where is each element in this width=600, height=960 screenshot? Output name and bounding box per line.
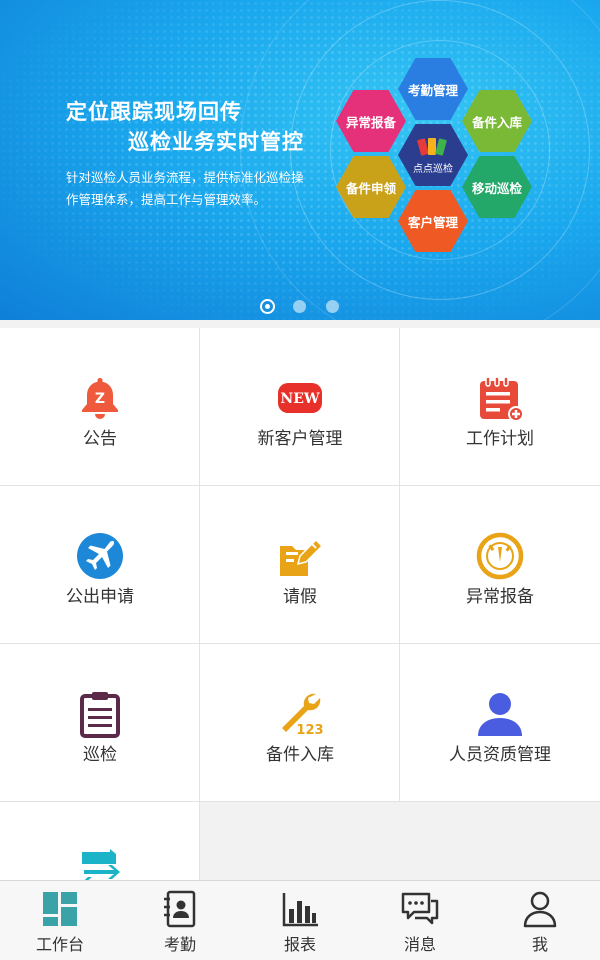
tab-label: 考勤 <box>163 935 196 954</box>
banner-description: 针对巡检人员业务流程，提供标准化巡检操作管理体系，提高工作与管理效率。 <box>66 170 304 207</box>
grid-item-label: 公告 <box>83 429 117 449</box>
carousel-dot-active[interactable] <box>261 301 273 312</box>
dashboard-icon <box>43 892 77 926</box>
banner-headline-line2: 巡检业务实时管控 <box>128 130 304 154</box>
hex-center-label: 点点巡检 <box>413 163 453 175</box>
tab-messages[interactable]: 消息 <box>360 881 480 960</box>
bottom-tab-bar: 工作台 考勤 报表 消息 我 <box>0 880 600 960</box>
grid-item-label: 人员资质管理 <box>449 745 551 765</box>
tab-reports[interactable]: 报表 <box>240 881 360 960</box>
svg-text:123: 123 <box>296 723 323 738</box>
tab-label: 消息 <box>403 935 436 954</box>
message-icon <box>401 892 439 925</box>
grid-item-label: 请假 <box>283 587 317 607</box>
wrench-icon: 123 <box>282 693 324 738</box>
svg-text:NEW: NEW <box>280 391 319 407</box>
grid-item-business-trip[interactable]: 公出申请 <box>0 486 200 644</box>
grid-item-exception-report[interactable]: 异常报备 <box>400 486 600 644</box>
app-logo-icon <box>417 137 447 156</box>
grid-item-inspection[interactable]: 巡检 <box>0 644 200 802</box>
tab-label: 工作台 <box>35 935 84 954</box>
tab-label: 报表 <box>283 935 316 954</box>
svg-text:Z: Z <box>95 391 105 407</box>
tab-workbench[interactable]: 工作台 <box>0 881 120 960</box>
bar-chart-icon <box>282 893 318 927</box>
banner-headline-line1: 定位跟踪现场回传 <box>66 100 242 124</box>
contacts-book-icon <box>164 890 196 928</box>
grid-item-label: 工作计划 <box>466 429 534 449</box>
grid-item-label: 新客户管理 <box>257 429 343 449</box>
grid-item-new-customer[interactable]: NEW 新客户管理 <box>200 328 400 486</box>
clipboard-icon <box>80 692 120 738</box>
carousel-indicator[interactable] <box>0 300 600 313</box>
tab-label: 我 <box>531 935 548 954</box>
grid-item-label: 巡检 <box>83 745 117 765</box>
new-badge-icon: NEW <box>278 383 322 413</box>
grid-item-spare-parts-in[interactable]: 123 备件入库 <box>200 644 400 802</box>
notepad-icon <box>480 376 524 422</box>
gauge-icon <box>476 532 524 580</box>
feature-grid: Z 公告 NEW 新客户管理 工作计划 公出申请 请假 异常报备 巡检 123 … <box>0 328 600 880</box>
grid-item-label: 公出申请 <box>66 587 134 607</box>
grid-item-announcement[interactable]: Z 公告 <box>0 328 200 486</box>
bell-icon: Z <box>82 378 118 419</box>
grid-item-transfer[interactable] <box>0 802 200 880</box>
carousel-dot[interactable] <box>292 300 306 313</box>
carousel-dot[interactable] <box>325 300 339 313</box>
person-icon <box>478 693 522 736</box>
promo-banner[interactable]: 定位跟踪现场回传 巡检业务实时管控 针对巡检人员业务流程，提供标准化巡检操作管理… <box>0 0 600 320</box>
airplane-icon <box>77 533 123 579</box>
transfer-icon <box>82 849 120 880</box>
tab-attendance[interactable]: 考勤 <box>120 881 240 960</box>
grid-item-staff-qualification[interactable]: 人员资质管理 <box>400 644 600 802</box>
grid-item-label: 备件入库 <box>266 745 334 765</box>
grid-item-label: 异常报备 <box>466 587 534 607</box>
grid-item-work-plan[interactable]: 工作计划 <box>400 328 600 486</box>
edit-folder-icon <box>280 538 324 576</box>
user-icon <box>523 891 557 928</box>
tab-me[interactable]: 我 <box>480 881 600 960</box>
grid-item-leave[interactable]: 请假 <box>200 486 400 644</box>
